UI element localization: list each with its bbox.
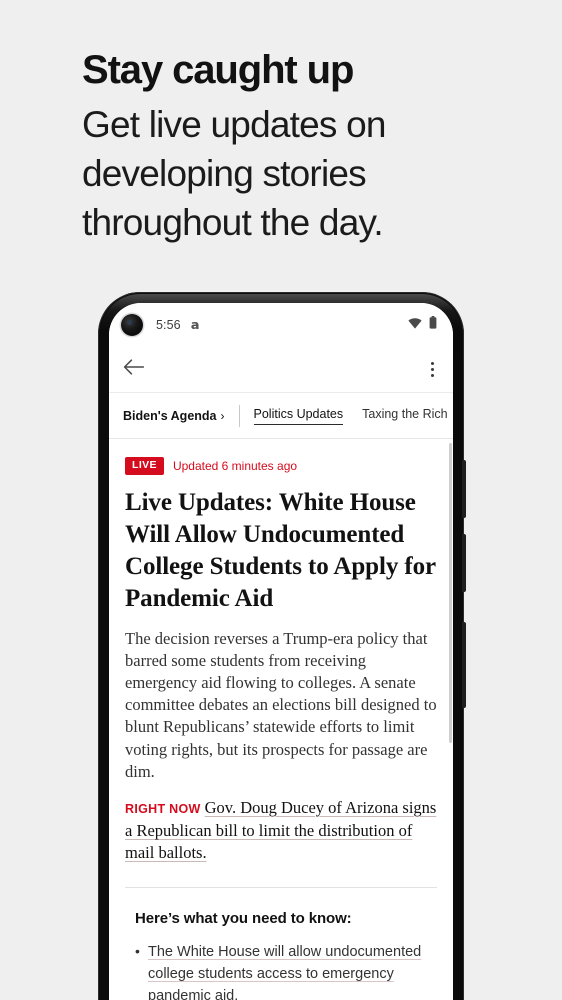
article-headline[interactable]: Live Updates: White House Will Allow Und… — [125, 487, 437, 615]
volume-down-button[interactable] — [462, 534, 466, 592]
right-now-block: RIGHT NOW Gov. Doug Ducey of Arizona sign… — [125, 797, 437, 865]
last-updated-text: Updated 6 minutes ago — [172, 458, 298, 473]
tab-politics-updates[interactable]: Politics Updates — [253, 407, 344, 425]
section-tab-strip[interactable]: Biden's Agenda › Politics Updates Taxing… — [109, 393, 453, 439]
article-container: LIVE Updated 6 minutes ago Live Updates:… — [109, 457, 453, 888]
phone-screen: 5:56 𝗮 Biden's Agenda › Politics Updates… — [109, 303, 453, 1000]
status-bar-indicators — [408, 316, 437, 334]
live-status-row: LIVE Updated 6 minutes ago — [125, 457, 437, 475]
promo-subtitle: Get live updates on developing stories t… — [82, 104, 386, 243]
need-to-know-section: Here’s what you need to know: The White … — [109, 909, 453, 1000]
phone-device-mockup: 5:56 𝗮 Biden's Agenda › Politics Updates… — [98, 292, 466, 1000]
status-bar: 5:56 𝗮 — [109, 303, 453, 347]
front-camera-icon — [121, 314, 143, 336]
article-summary: The decision reverses a Trump-era policy… — [125, 628, 437, 781]
section-breadcrumb-label: Biden's Agenda — [123, 408, 217, 423]
chevron-right-icon: › — [220, 408, 225, 423]
volume-up-button[interactable] — [462, 460, 466, 518]
vertical-scrollbar[interactable] — [449, 443, 452, 743]
right-now-label: RIGHT NOW — [125, 801, 201, 816]
list-item: The White House will allow undocumented … — [135, 940, 437, 1000]
promo-title: Stay caught up — [82, 48, 354, 92]
back-arrow-icon[interactable] — [123, 359, 145, 380]
app-nav-bar — [109, 347, 453, 393]
battery-icon — [429, 316, 437, 334]
more-vertical-icon[interactable] — [426, 358, 439, 382]
promo-block: Stay caught up Get live updates on devel… — [82, 46, 502, 247]
need-to-know-title: Here’s what you need to know: — [135, 909, 352, 927]
section-breadcrumb[interactable]: Biden's Agenda › — [123, 409, 225, 423]
power-button[interactable] — [462, 622, 466, 708]
section-divider — [125, 886, 437, 888]
need-to-know-link[interactable]: The White House will allow undocumented … — [148, 944, 421, 1000]
nyt-t-logo-icon: 𝗮 — [190, 317, 200, 333]
tab-divider — [238, 404, 240, 427]
wifi-icon — [408, 316, 422, 334]
status-bar-clock: 5:56 — [156, 318, 181, 332]
live-badge: LIVE — [125, 457, 164, 475]
need-to-know-list: The White House will allow undocumented … — [135, 940, 437, 1000]
tab-taxing-the-rich[interactable]: Taxing the Rich — [362, 407, 447, 424]
